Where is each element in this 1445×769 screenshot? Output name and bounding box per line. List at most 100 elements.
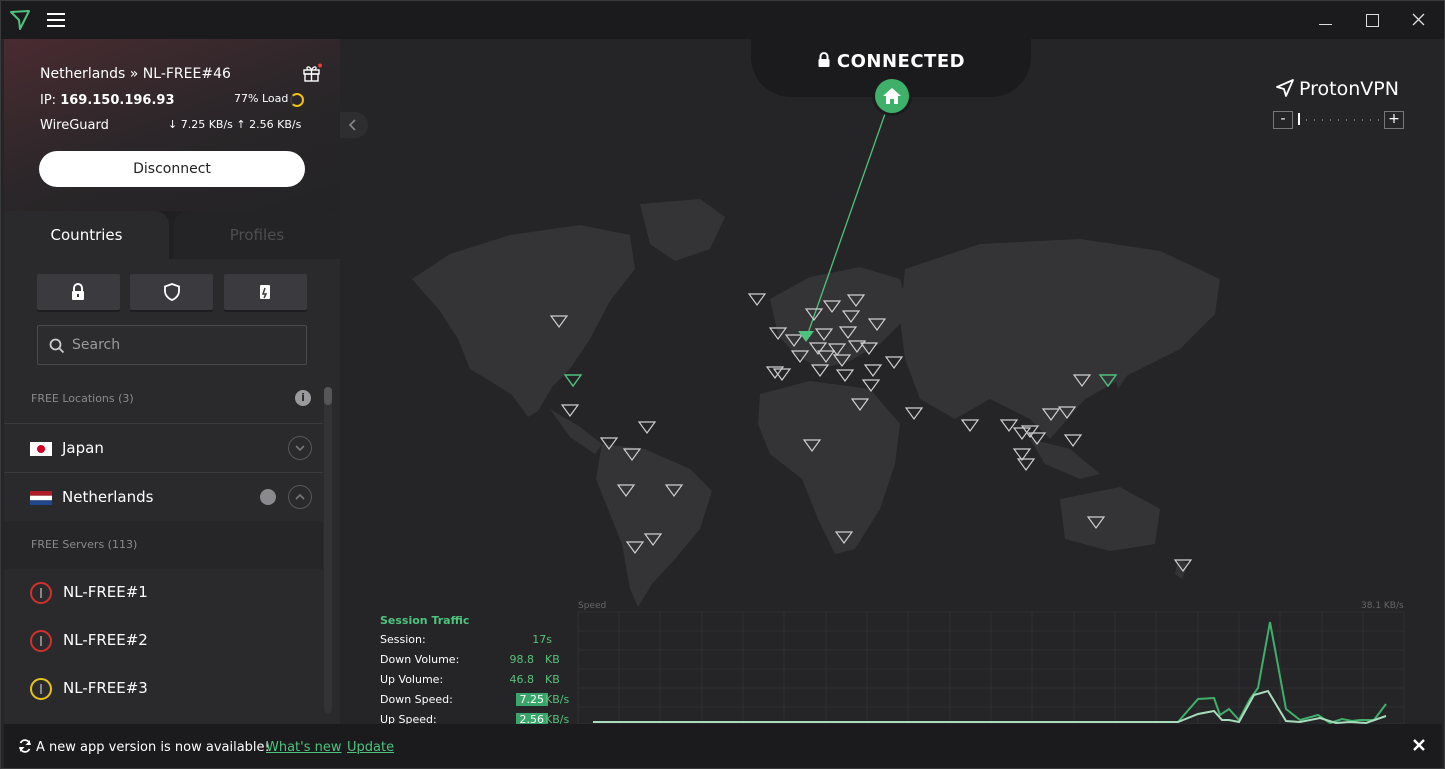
update-message: A new app version is now available! bbox=[36, 740, 270, 755]
connection-status: CONNECTED bbox=[751, 51, 1031, 72]
whats-new-link[interactable]: What's new bbox=[266, 740, 342, 755]
south-america bbox=[596, 444, 712, 607]
tor-filter-button[interactable] bbox=[224, 274, 307, 310]
server-name: NL-FREE#1 bbox=[63, 583, 148, 601]
up-speed-row: Up Speed: 2.56 KB/s bbox=[380, 713, 580, 724]
country-row-netherlands[interactable]: Netherlands bbox=[4, 472, 323, 521]
tab-countries[interactable]: Countries bbox=[4, 211, 169, 259]
server-row[interactable]: NL-FREE#2 bbox=[4, 617, 323, 665]
speed-readout: ↓ 7.25 KB/s ↑ 2.56 KB/s bbox=[168, 118, 301, 131]
southeast-asia bbox=[1030, 439, 1100, 479]
upload-speed: 2.56 KB/s bbox=[249, 118, 302, 131]
info-icon[interactable]: i bbox=[295, 390, 311, 406]
server-marker bbox=[863, 364, 883, 378]
close-icon bbox=[1412, 13, 1425, 26]
close-icon[interactable] bbox=[1412, 738, 1426, 752]
zoom-in-button[interactable]: + bbox=[1384, 111, 1404, 129]
download-speed-line bbox=[593, 621, 1387, 724]
ip-label: IP: bbox=[40, 93, 61, 108]
continents bbox=[412, 199, 1220, 607]
disconnect-button[interactable]: Disconnect bbox=[39, 151, 305, 187]
minimize-button[interactable] bbox=[1311, 7, 1341, 33]
africa bbox=[758, 381, 900, 554]
up-volume-unit: KB bbox=[545, 673, 560, 686]
session-traffic-title: Session Traffic bbox=[380, 614, 470, 627]
tor-icon bbox=[260, 285, 270, 299]
title-bar bbox=[1, 1, 1444, 39]
up-volume-value: 46.8 bbox=[509, 673, 535, 686]
down-volume-value: 98.8 bbox=[509, 653, 535, 666]
chevron-down-icon bbox=[295, 445, 305, 452]
up-volume-label: Up Volume: bbox=[380, 673, 444, 686]
arrow-down-icon: ↓ bbox=[168, 118, 178, 131]
zoom-slider-handle[interactable] bbox=[1298, 113, 1300, 125]
up-speed-label: Up Speed: bbox=[380, 713, 437, 724]
world-map[interactable]: CONNECTED ProtonVPN - + Speed 38.1 KB/s … bbox=[340, 39, 1444, 724]
server-marker bbox=[835, 369, 855, 383]
update-banner: A new app version is now available! What… bbox=[4, 724, 1442, 768]
netherlands-flag-icon bbox=[30, 491, 52, 505]
server-marker bbox=[747, 293, 767, 307]
session-row: Session: 17s bbox=[380, 633, 580, 653]
home-icon bbox=[883, 88, 901, 104]
session-label: Session: bbox=[380, 633, 426, 646]
server-marker bbox=[960, 419, 980, 433]
tab-bar: Countries Profiles bbox=[4, 211, 340, 259]
server-load: 77% Load bbox=[234, 92, 289, 105]
server-name: NL-FREE#2 bbox=[63, 631, 148, 649]
server-row[interactable]: NL-FREE#3 bbox=[4, 665, 323, 713]
expand-button[interactable] bbox=[288, 436, 312, 460]
north-america bbox=[412, 225, 635, 417]
protonvpn-logo-icon bbox=[10, 10, 30, 30]
up-speed-value: 2.56 bbox=[515, 713, 548, 724]
down-speed-row: Down Speed: 7.25 KB/s bbox=[380, 693, 580, 713]
hamburger-menu-icon[interactable] bbox=[47, 13, 65, 27]
central-america bbox=[550, 409, 602, 454]
home-location-pin[interactable] bbox=[875, 79, 909, 113]
close-window-button[interactable] bbox=[1404, 7, 1434, 33]
secure-core-filter-button[interactable] bbox=[37, 274, 120, 310]
japan-flag-icon bbox=[30, 442, 52, 456]
brand-name: ProtonVPN bbox=[1299, 78, 1399, 100]
free-servers-label: FREE Servers (113) bbox=[31, 538, 138, 551]
chart-max-label: 38.1 KB/s bbox=[1361, 601, 1404, 611]
connected-location: Netherlands » NL-FREE#46 bbox=[40, 66, 231, 82]
maximize-button[interactable] bbox=[1357, 7, 1387, 33]
europe bbox=[770, 267, 910, 369]
server-marker bbox=[772, 368, 792, 382]
ip-value: 169.150.196.93 bbox=[60, 93, 175, 108]
free-servers-header: FREE Servers (113) bbox=[4, 521, 323, 569]
p2p-icon bbox=[260, 489, 276, 505]
greenland bbox=[640, 199, 725, 261]
lock-icon bbox=[818, 52, 830, 67]
connection-card: Netherlands » NL-FREE#46 IP: 169.150.196… bbox=[4, 39, 340, 211]
zoom-out-button[interactable]: - bbox=[1273, 111, 1293, 129]
update-link[interactable]: Update bbox=[347, 740, 394, 755]
country-row-japan[interactable]: Japan bbox=[4, 423, 323, 472]
collapse-sidebar-button[interactable] bbox=[340, 112, 368, 138]
server-marker bbox=[1063, 434, 1083, 448]
server-marker bbox=[637, 421, 657, 435]
zoom-track[interactable] bbox=[1298, 119, 1380, 121]
search-box bbox=[37, 325, 307, 365]
tab-profiles[interactable]: Profiles bbox=[174, 211, 340, 259]
server-marker bbox=[560, 404, 580, 418]
netshield-filter-button[interactable] bbox=[130, 274, 213, 310]
server-status-icon bbox=[30, 678, 52, 700]
gift-icon[interactable] bbox=[302, 63, 322, 83]
collapse-button[interactable] bbox=[288, 485, 312, 509]
server-row[interactable]: NL-FREE#1 bbox=[4, 569, 323, 617]
sidebar-scrollbar[interactable] bbox=[324, 387, 332, 713]
load-indicator-icon bbox=[290, 93, 304, 107]
shield-icon bbox=[164, 283, 180, 301]
arrow-up-icon: ↑ bbox=[236, 118, 246, 131]
sync-icon bbox=[19, 739, 31, 753]
chart-label: Speed bbox=[578, 601, 607, 611]
chevron-left-icon bbox=[348, 119, 356, 131]
scroll-thumb[interactable] bbox=[324, 387, 332, 405]
search-input[interactable] bbox=[72, 334, 292, 356]
server-status-icon bbox=[30, 630, 52, 652]
server-name: NL-FREE#3 bbox=[63, 679, 148, 697]
free-locations-label: FREE Locations (3) bbox=[31, 392, 134, 405]
australia bbox=[1060, 487, 1160, 551]
